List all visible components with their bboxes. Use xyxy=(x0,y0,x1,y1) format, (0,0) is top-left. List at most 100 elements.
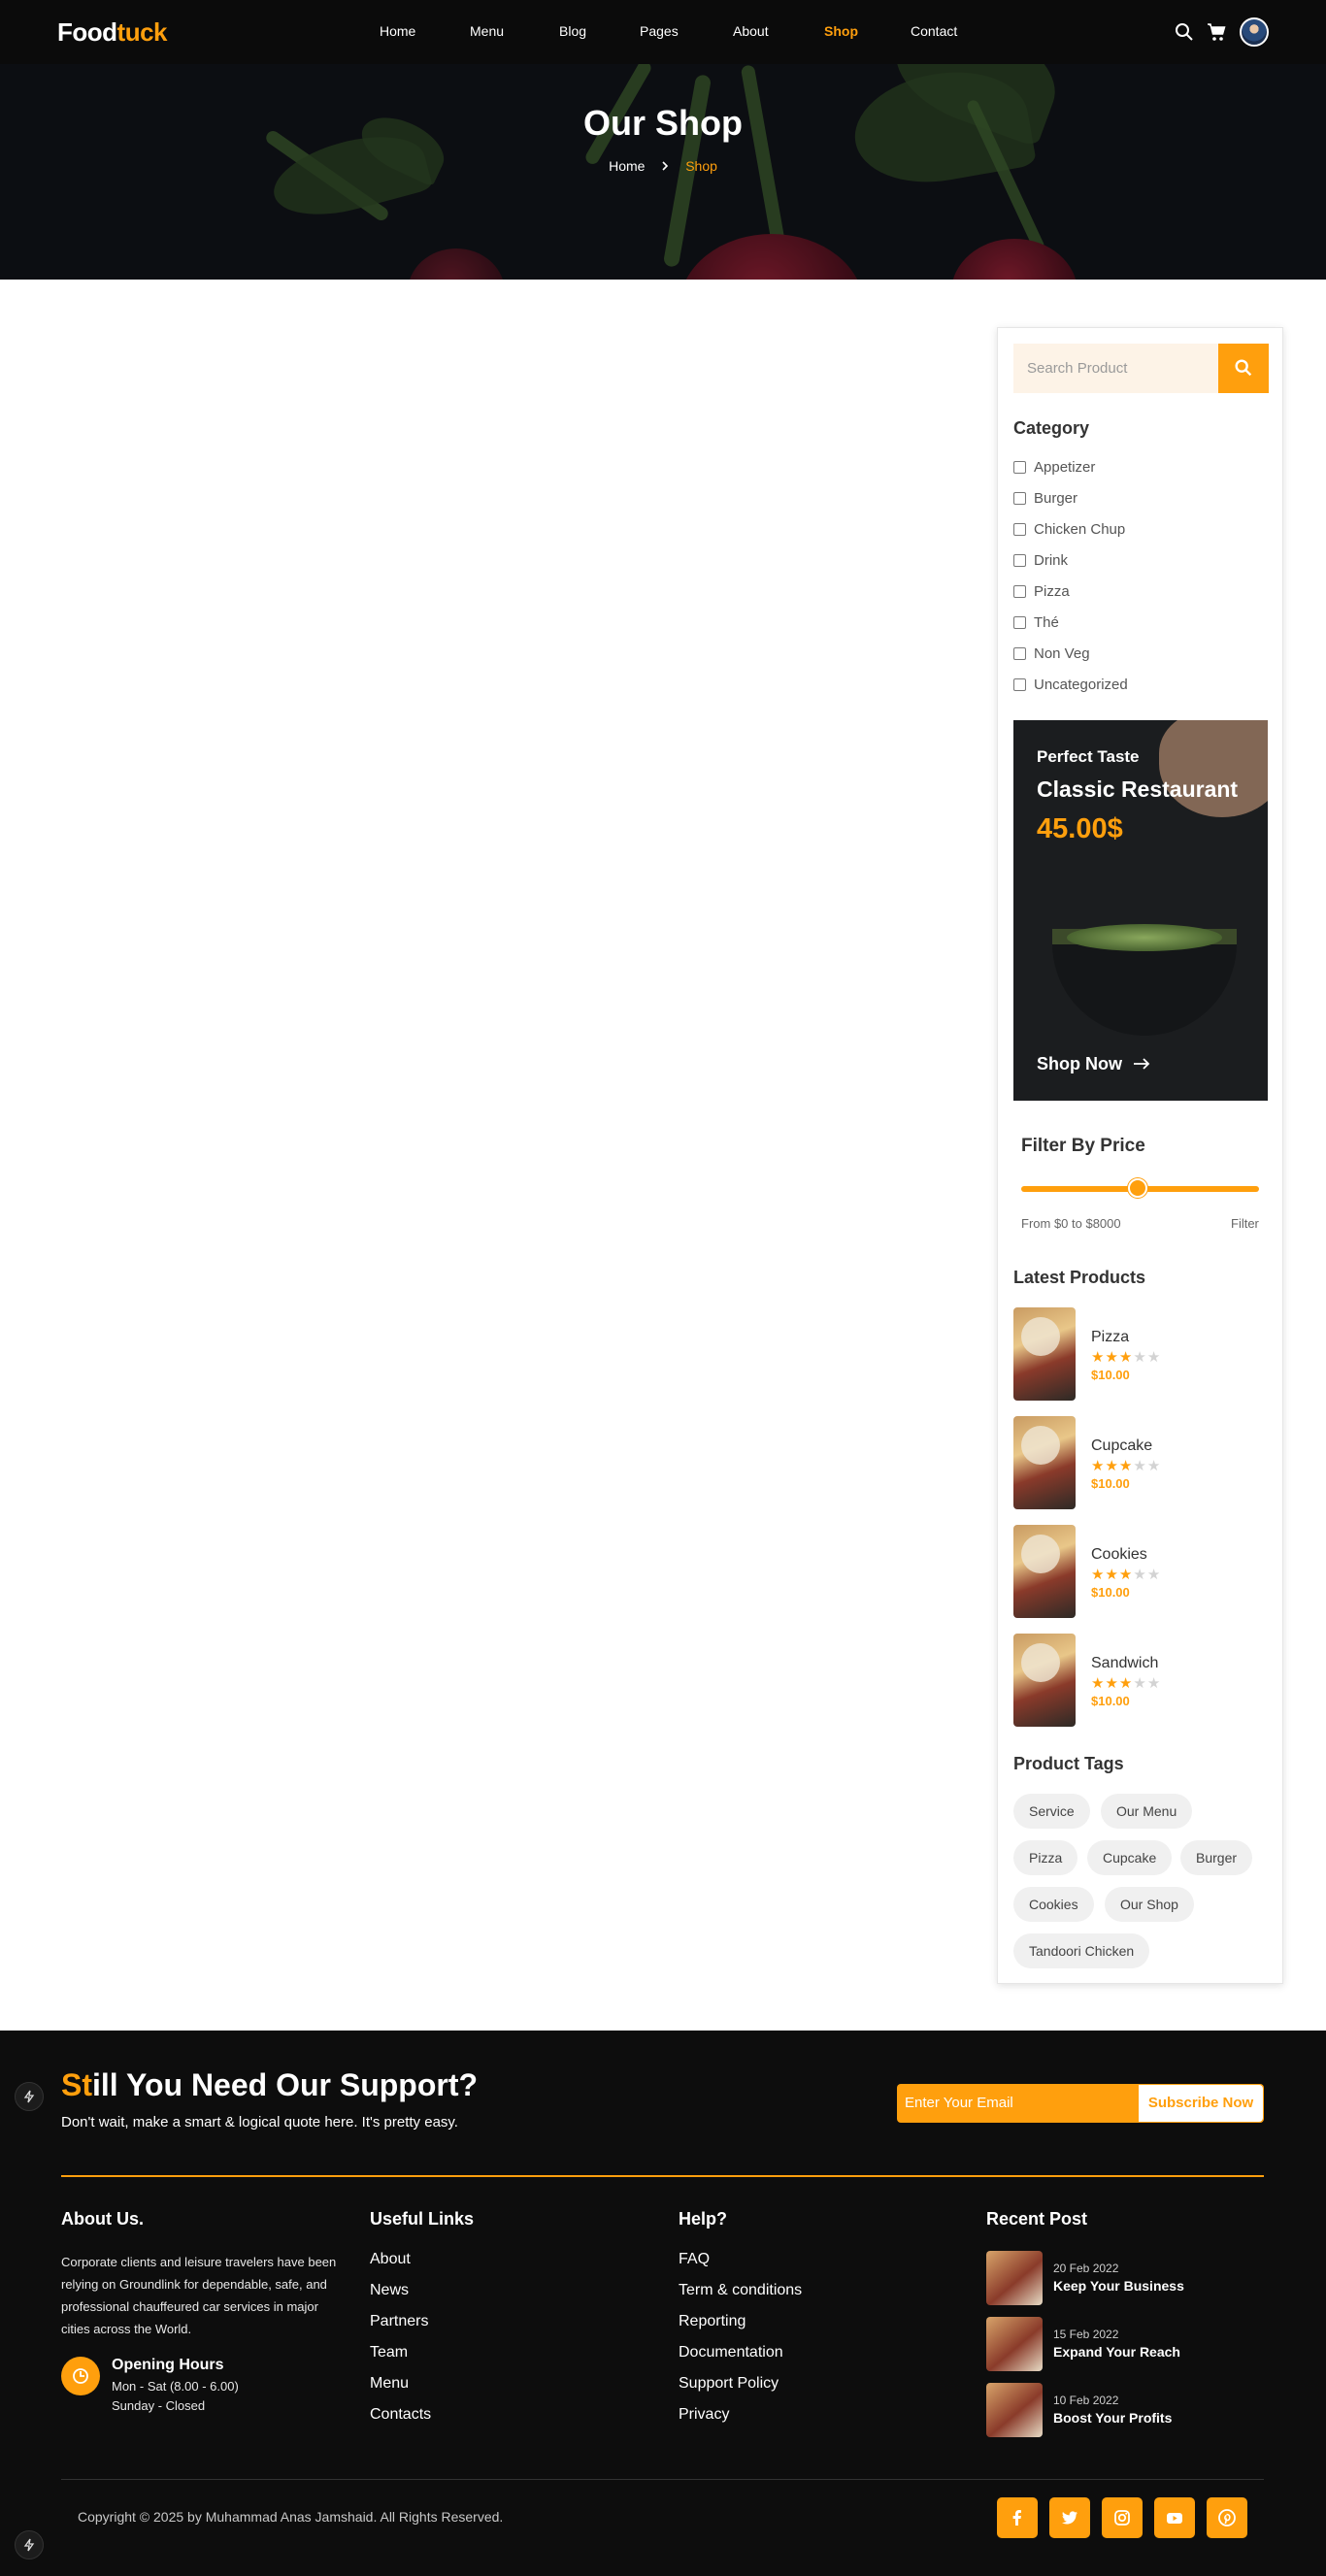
product-thumbnail[interactable] xyxy=(1013,1634,1076,1727)
star-filled-icon: ★ xyxy=(1118,1349,1134,1366)
product-name[interactable]: Cookies xyxy=(1091,1546,1147,1564)
tag-cookies[interactable]: Cookies xyxy=(1013,1887,1094,1922)
nav-link-blog[interactable]: Blog xyxy=(559,23,586,39)
category-item[interactable]: Pizza xyxy=(1013,583,1070,600)
category-item[interactable]: Uncategorized xyxy=(1013,677,1128,693)
copyright-text: Copyright © 2025 by Muhammad Anas Jamsha… xyxy=(78,2509,504,2525)
latest-product-item[interactable]: Sandwich ★★★★★ $10.00 xyxy=(1013,1634,1268,1727)
recent-post-thumbnail[interactable] xyxy=(986,2317,1043,2371)
star-filled-icon: ★ xyxy=(1118,1675,1134,1692)
category-item[interactable]: Burger xyxy=(1013,490,1077,507)
footer-link-terms[interactable]: Term & conditions xyxy=(679,2282,802,2299)
useful-links-heading: Useful Links xyxy=(370,2209,475,2229)
breadcrumb-home[interactable]: Home xyxy=(609,158,645,174)
footer-link-privacy[interactable]: Privacy xyxy=(679,2406,729,2424)
search-icon[interactable] xyxy=(1173,20,1196,44)
nav-link-menu[interactable]: Menu xyxy=(470,23,504,39)
checkbox[interactable] xyxy=(1013,678,1026,691)
user-avatar[interactable] xyxy=(1240,17,1269,47)
category-item[interactable]: Appetizer xyxy=(1013,459,1095,476)
recent-post-thumbnail[interactable] xyxy=(986,2251,1043,2305)
checkbox[interactable] xyxy=(1013,647,1026,660)
filter-button[interactable]: Filter xyxy=(1231,1216,1259,1231)
nav-link-pages[interactable]: Pages xyxy=(640,23,679,39)
cart-icon[interactable] xyxy=(1205,20,1228,44)
tag-service[interactable]: Service xyxy=(1013,1794,1090,1829)
footer-link-menu[interactable]: Menu xyxy=(370,2375,409,2393)
recent-post-title[interactable]: Boost Your Profits xyxy=(1053,2410,1172,2426)
nav-link-home[interactable]: Home xyxy=(380,23,415,39)
product-thumbnail[interactable] xyxy=(1013,1307,1076,1401)
price-range-text: From $0 to $8000 xyxy=(1021,1216,1121,1231)
category-item[interactable]: Drink xyxy=(1013,552,1068,569)
nav-link-shop[interactable]: Shop xyxy=(824,23,858,39)
latest-product-item[interactable]: Pizza ★★★★★ $10.00 xyxy=(1013,1307,1268,1401)
product-thumbnail[interactable] xyxy=(1013,1525,1076,1618)
facebook-button[interactable] xyxy=(997,2497,1038,2538)
divider xyxy=(61,2175,1264,2177)
footer-link-contacts[interactable]: Contacts xyxy=(370,2406,431,2424)
floating-action-button[interactable] xyxy=(15,2082,44,2111)
checkbox[interactable] xyxy=(1013,616,1026,629)
tag-our-menu[interactable]: Our Menu xyxy=(1101,1794,1193,1829)
product-name[interactable]: Pizza xyxy=(1091,1329,1129,1346)
footer-link-about[interactable]: About xyxy=(370,2251,411,2268)
checkbox[interactable] xyxy=(1013,492,1026,505)
tag-burger[interactable]: Burger xyxy=(1180,1840,1253,1875)
checkbox[interactable] xyxy=(1013,585,1026,598)
tag-pizza[interactable]: Pizza xyxy=(1013,1840,1078,1875)
recent-post-title[interactable]: Expand Your Reach xyxy=(1053,2344,1180,2360)
site-footer: Still You Need Our Support? Don't wait, … xyxy=(0,2031,1326,2576)
subscribe-button[interactable]: Subscribe Now xyxy=(1139,2085,1263,2122)
footer-link-news[interactable]: News xyxy=(370,2282,409,2299)
shop-sidebar: Search Product Category Appetizer Burger… xyxy=(997,327,1283,1984)
footer-link-partners[interactable]: Partners xyxy=(370,2313,428,2330)
nav-link-contact[interactable]: Contact xyxy=(911,23,957,39)
opening-hours-line: Mon - Sat (8.00 - 6.00) xyxy=(112,2379,239,2394)
latest-product-item[interactable]: Cupcake ★★★★★ $10.00 xyxy=(1013,1416,1268,1509)
nav-link-about[interactable]: About xyxy=(733,23,769,39)
shop-now-link[interactable]: Shop Now xyxy=(1037,1054,1150,1074)
pinterest-icon xyxy=(1218,2509,1236,2526)
checkbox[interactable] xyxy=(1013,523,1026,536)
recent-post-thumbnail[interactable] xyxy=(986,2383,1043,2437)
bolt-icon xyxy=(23,2538,35,2552)
product-price: $10.00 xyxy=(1091,1368,1130,1382)
search-button[interactable] xyxy=(1218,344,1269,393)
breadcrumb: Home Shop xyxy=(0,158,1326,174)
tag-cupcake[interactable]: Cupcake xyxy=(1087,1840,1173,1875)
product-name[interactable]: Cupcake xyxy=(1091,1437,1152,1455)
email-input[interactable]: Enter Your Email xyxy=(905,2095,1013,2111)
bolt-icon xyxy=(23,2090,35,2103)
footer-link-faq[interactable]: FAQ xyxy=(679,2251,710,2268)
floating-action-button[interactable] xyxy=(15,2530,44,2559)
tag-tandoori-chicken[interactable]: Tandoori Chicken xyxy=(1013,1933,1150,1968)
instagram-button[interactable] xyxy=(1102,2497,1143,2538)
pinterest-button[interactable] xyxy=(1207,2497,1247,2538)
category-item[interactable]: Non Veg xyxy=(1013,645,1090,662)
star-empty-icon: ★ xyxy=(1146,1349,1162,1366)
product-thumbnail[interactable] xyxy=(1013,1416,1076,1509)
footer-link-team[interactable]: Team xyxy=(370,2344,408,2361)
checkbox[interactable] xyxy=(1013,461,1026,474)
recent-post-title[interactable]: Keep Your Business xyxy=(1053,2278,1184,2294)
search-input[interactable]: Search Product xyxy=(1027,360,1127,377)
youtube-button[interactable] xyxy=(1154,2497,1195,2538)
opening-hours-line: Sunday - Closed xyxy=(112,2398,206,2413)
footer-link-support-policy[interactable]: Support Policy xyxy=(679,2375,779,2393)
price-slider-handle[interactable] xyxy=(1128,1178,1148,1198)
footer-link-documentation[interactable]: Documentation xyxy=(679,2344,783,2361)
star-empty-icon: ★ xyxy=(1133,1675,1147,1692)
latest-product-item[interactable]: Cookies ★★★★★ $10.00 xyxy=(1013,1525,1268,1618)
product-name[interactable]: Sandwich xyxy=(1091,1655,1158,1672)
category-item[interactable]: Chicken Chup xyxy=(1013,521,1125,538)
tag-our-shop[interactable]: Our Shop xyxy=(1105,1887,1194,1922)
footer-link-reporting[interactable]: Reporting xyxy=(679,2313,746,2330)
promo-subtitle: Perfect Taste xyxy=(1037,747,1140,766)
category-heading: Category xyxy=(1013,418,1090,438)
checkbox[interactable] xyxy=(1013,554,1026,567)
twitter-button[interactable] xyxy=(1049,2497,1090,2538)
category-item[interactable]: Thé xyxy=(1013,614,1059,631)
promo-banner[interactable]: Perfect Taste Classic Restaurant 45.00$ … xyxy=(1013,720,1268,1101)
site-logo[interactable]: Foodtuck xyxy=(57,17,168,48)
